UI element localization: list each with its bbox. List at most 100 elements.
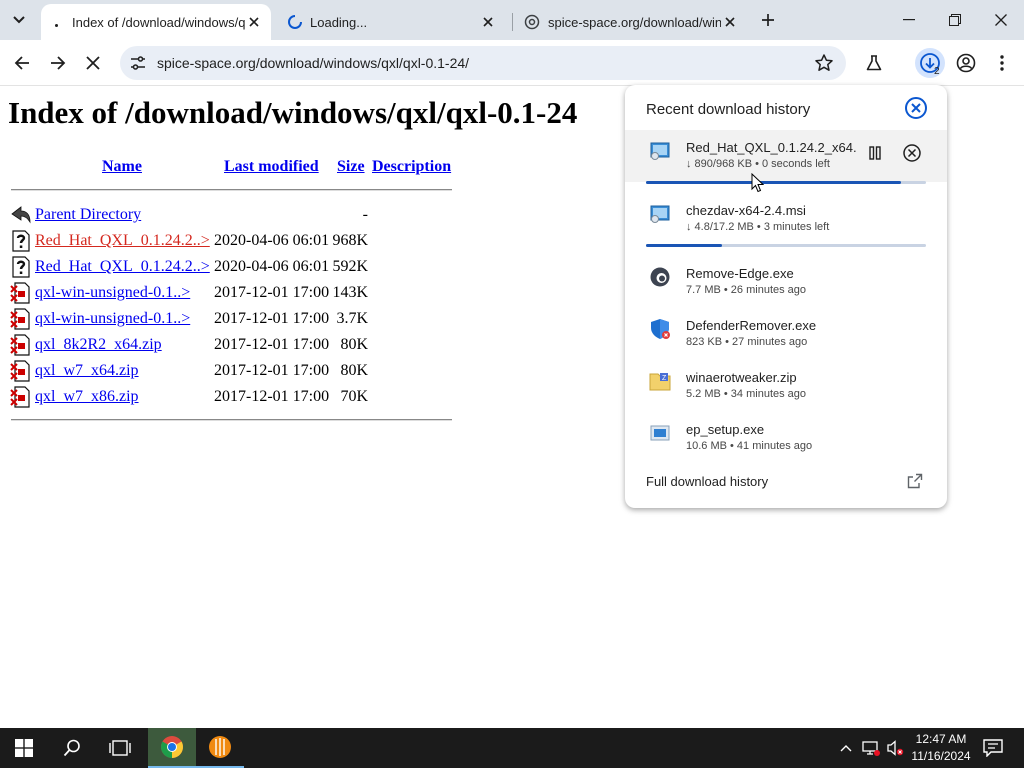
file-link[interactable]: qxl_w7_x86.zip xyxy=(35,388,139,406)
row-size: 80K xyxy=(340,362,368,379)
download-status: ↓ 4.8/17.2 MB • 3 minutes left xyxy=(686,221,830,233)
site-info-icon[interactable] xyxy=(129,54,147,77)
profile-button[interactable] xyxy=(951,48,981,78)
archive-file-icon xyxy=(10,282,30,304)
footer-divider xyxy=(11,419,452,421)
row-date: 2017-12-01 17:00 xyxy=(214,336,330,353)
search-icon xyxy=(63,739,80,757)
close-bubble-icon[interactable] xyxy=(904,96,928,120)
download-item[interactable]: Red_Hat_QXL_0.1.24.2_x64.msi ↓ 890/968 KB… xyxy=(625,130,947,184)
taskbar-app[interactable] xyxy=(196,728,244,768)
taskbar-chrome[interactable] xyxy=(148,728,196,768)
plus-icon xyxy=(762,14,774,26)
row-size: 592K xyxy=(332,258,368,275)
file-link[interactable]: qxl-win-unsigned-0.1..> xyxy=(35,310,190,328)
sort-by-description-link[interactable]: Description xyxy=(372,158,451,176)
row-date: 2017-12-01 17:00 xyxy=(214,388,330,405)
row-date: 2017-12-01 17:00 xyxy=(214,362,330,379)
download-status: 823 KB • 27 minutes ago xyxy=(686,336,808,348)
pause-icon[interactable] xyxy=(866,144,884,162)
download-item[interactable]: ep_setup.exe 10.6 MB • 41 minutes ago xyxy=(625,412,947,464)
back-arrow-icon xyxy=(11,206,31,224)
msi-installer-icon xyxy=(650,142,670,160)
download-progress-fill xyxy=(646,181,901,184)
sort-by-modified-link[interactable]: Last modified xyxy=(224,158,319,176)
close-tab-icon[interactable] xyxy=(721,13,739,31)
tab-index-of[interactable]: Index of /download/windows/qxl/qxl-0.1-2… xyxy=(41,4,271,40)
new-tab-button[interactable] xyxy=(757,9,779,31)
download-progress-fill xyxy=(646,244,722,247)
close-tab-icon[interactable] xyxy=(245,13,263,31)
download-filename: DefenderRemover.exe xyxy=(686,318,817,333)
restore-button[interactable] xyxy=(932,0,978,40)
windows-logo-icon xyxy=(15,739,33,757)
download-filename: ep_setup.exe xyxy=(686,422,765,437)
arrow-left-icon xyxy=(14,56,29,70)
download-bubble: Recent download history Red_Hat_QXL_0.1.… xyxy=(625,85,947,508)
close-window-button[interactable] xyxy=(978,0,1024,40)
full-download-history-link[interactable]: Full download history xyxy=(646,474,768,489)
start-button[interactable] xyxy=(0,728,48,768)
parent-directory-link[interactable]: Parent Directory xyxy=(35,206,141,224)
loading-spinner-icon xyxy=(279,14,310,30)
action-center-button[interactable] xyxy=(980,728,1006,768)
volume-muted-icon xyxy=(887,740,904,756)
chrome-icon xyxy=(161,736,183,758)
tab-title: Index of /download/windows/qxl/qxl-0.1-2… xyxy=(72,14,245,30)
url-text[interactable]: spice-space.org/download/windows/qxl/qxl… xyxy=(157,55,469,71)
minimize-button[interactable] xyxy=(886,0,932,40)
zip-folder-icon: Z xyxy=(649,373,671,391)
close-icon xyxy=(86,56,100,70)
close-tab-icon[interactable] xyxy=(479,13,497,31)
tab-title: Loading... xyxy=(310,14,368,30)
chevron-up-icon xyxy=(840,745,852,752)
network-button[interactable] xyxy=(860,728,882,768)
tab-spice-space[interactable]: spice-space.org/download/windows/qxl xyxy=(515,4,747,40)
address-bar[interactable]: spice-space.org/download/windows/qxl/qxl… xyxy=(120,46,846,80)
task-view-button[interactable] xyxy=(96,728,144,768)
forward-button[interactable] xyxy=(43,48,73,78)
taskbar-clock[interactable]: 12:47 AM 11/16/2024 xyxy=(906,731,976,765)
row-size: 80K xyxy=(340,336,368,353)
volume-button[interactable] xyxy=(884,728,906,768)
row-date: 2017-12-01 17:00 xyxy=(214,310,330,327)
search-button[interactable] xyxy=(48,728,96,768)
archive-file-icon xyxy=(10,386,30,408)
download-item[interactable]: Zwinaerotweaker.zip 5.2 MB • 34 minutes a… xyxy=(625,360,947,412)
close-icon xyxy=(995,14,1007,26)
download-item[interactable]: Remove-Edge.exe 7.7 MB • 26 minutes ago xyxy=(625,256,947,308)
download-bubble-title: Recent download history xyxy=(646,101,811,118)
flask-icon xyxy=(866,55,882,71)
tab-loading[interactable]: Loading... xyxy=(279,4,505,40)
sort-by-size-link[interactable]: Size xyxy=(337,158,365,176)
bookmark-star-icon[interactable] xyxy=(814,53,834,78)
file-link[interactable]: qxl_w7_x64.zip xyxy=(35,362,139,380)
cancel-download-icon[interactable] xyxy=(901,142,923,164)
file-link[interactable]: Red_Hat_QXL_0.1.24.2..> xyxy=(35,232,210,250)
labs-button[interactable] xyxy=(859,48,889,78)
menu-button[interactable] xyxy=(987,48,1017,78)
row-size: 70K xyxy=(340,388,368,405)
download-filename: winaerotweaker.zip xyxy=(686,370,797,385)
arrow-right-icon xyxy=(51,56,66,70)
sort-by-name-link[interactable]: Name xyxy=(102,158,142,176)
tab-search-button[interactable] xyxy=(6,7,32,33)
download-filename: Remove-Edge.exe xyxy=(686,266,794,281)
downloads-button[interactable] xyxy=(915,48,945,78)
back-button[interactable] xyxy=(7,48,37,78)
open-external-icon[interactable] xyxy=(907,473,923,489)
file-link[interactable]: qxl_8k2R2_x64.zip xyxy=(35,336,162,354)
globe-icon xyxy=(515,14,548,30)
download-count-badge: 2 xyxy=(934,66,940,77)
tab-title: spice-space.org/download/windows/qxl xyxy=(548,14,721,30)
msi-installer-icon xyxy=(650,205,670,223)
archive-file-icon xyxy=(10,308,30,330)
stop-loading-button[interactable] xyxy=(78,48,108,78)
download-item[interactable]: chezdav-x64-2.4.msi ↓ 4.8/17.2 MB • 3 min… xyxy=(625,193,947,247)
file-link[interactable]: qxl-win-unsigned-0.1..> xyxy=(35,284,190,302)
download-item[interactable]: DefenderRemover.exe 823 KB • 27 minutes a… xyxy=(625,308,947,360)
file-link[interactable]: Red_Hat_QXL_0.1.24.2..> xyxy=(35,258,210,276)
show-hidden-icons-button[interactable] xyxy=(836,728,856,768)
task-view-icon xyxy=(109,740,131,756)
more-vert-icon xyxy=(1000,55,1004,71)
